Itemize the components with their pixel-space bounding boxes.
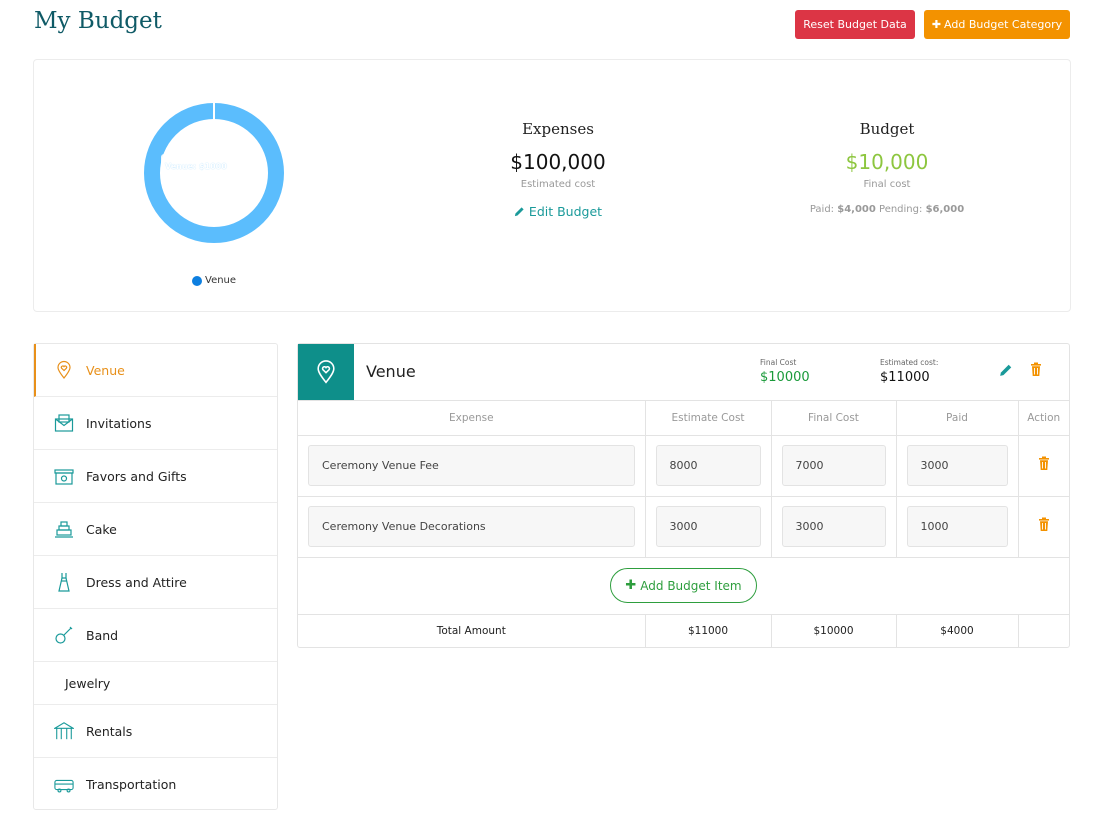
category-sidebar: Venue Invitations Favors and Gifts Cake … xyxy=(33,343,278,810)
expenses-title: Expenses xyxy=(522,120,594,138)
sidebar-item-label: Venue xyxy=(86,362,125,378)
total-row: Total Amount $11000 $10000 $4000 xyxy=(298,614,1069,648)
dress-icon xyxy=(54,572,74,592)
expense-name-input[interactable]: Ceremony Venue Fee xyxy=(308,445,635,486)
sidebar-item-cake[interactable]: Cake xyxy=(34,503,277,556)
sidebar-item-transportation[interactable]: Transportation xyxy=(34,758,277,811)
budget-sublabel: Final cost xyxy=(863,179,911,190)
table-row: Ceremony Venue Fee 8000 7000 3000 xyxy=(298,435,1069,497)
plus-icon: ✚ xyxy=(931,18,942,31)
budget-summary: Budget $10,000 Final cost Paid: $4,000 P… xyxy=(787,120,987,215)
column-header-final: Final Cost xyxy=(771,401,897,436)
expense-name-input[interactable]: Ceremony Venue Decorations xyxy=(308,506,635,547)
paid-label: Paid: xyxy=(809,204,835,215)
estimated-cost-stat: Estimated cost: $11000 xyxy=(880,358,938,385)
budget-items-table: Expense Estimate Cost Final Cost Paid Ac… xyxy=(298,401,1069,648)
final-cost-label: Final Cost xyxy=(760,358,797,367)
legend-dot-icon xyxy=(192,275,202,286)
estimated-cost-label: Estimated cost: xyxy=(880,358,939,367)
paid-input[interactable]: 1000 xyxy=(906,506,1008,547)
gazebo-icon xyxy=(54,721,74,741)
sidebar-item-label: Dress and Attire xyxy=(86,574,187,590)
add-item-row: ✚ Add Budget Item xyxy=(298,557,1069,615)
guitar-icon xyxy=(54,625,74,645)
column-header-action: Action xyxy=(1018,401,1069,436)
paid-input[interactable]: 3000 xyxy=(906,445,1008,486)
total-final: $10000 xyxy=(771,614,897,648)
paid-value: $4,000 xyxy=(837,204,876,215)
sidebar-item-label: Rentals xyxy=(86,723,133,739)
gift-icon xyxy=(54,466,74,486)
sidebar-item-band[interactable]: Band xyxy=(34,609,277,662)
column-header-paid: Paid xyxy=(896,401,1019,436)
final-cost-input[interactable]: 7000 xyxy=(781,445,886,486)
chart-tooltip-text: Venue: $1000 xyxy=(165,162,227,171)
delete-row-icon[interactable] xyxy=(1038,517,1050,532)
panel-header: Venue Final Cost $10000 Estimated cost: … xyxy=(298,344,1069,401)
add-budget-item-label: Add Budget Item xyxy=(640,578,742,593)
chart-legend[interactable]: Venue xyxy=(192,275,236,286)
expenses-sublabel: Estimated cost xyxy=(520,179,596,190)
column-header-estimate: Estimate Cost xyxy=(645,401,772,436)
budget-amount: $10,000 xyxy=(845,150,929,174)
total-label: Total Amount xyxy=(298,614,646,648)
delete-category-icon[interactable] xyxy=(1030,362,1042,377)
sidebar-item-label: Cake xyxy=(86,521,117,537)
sidebar-item-label: Band xyxy=(86,627,119,643)
edit-category-icon[interactable] xyxy=(999,363,1013,377)
final-cost-value: $10000 xyxy=(760,370,810,385)
sidebar-item-label: Jewelry xyxy=(65,675,111,691)
table-row: Ceremony Venue Decorations 3000 3000 100… xyxy=(298,496,1069,558)
add-budget-category-label: Add Budget Category xyxy=(944,18,1063,31)
sidebar-item-label: Favors and Gifts xyxy=(86,468,187,484)
bus-icon xyxy=(54,775,74,795)
total-estimate: $11000 xyxy=(645,614,772,648)
edit-budget-label: Edit Budget xyxy=(528,204,603,219)
estimated-cost-value: $11000 xyxy=(880,370,930,385)
sidebar-item-favors[interactable]: Favors and Gifts xyxy=(34,450,277,503)
expenses-amount: $100,000 xyxy=(510,150,606,174)
total-action-empty xyxy=(1018,614,1069,648)
paid-pending-line: Paid: $4,000 Pending: $6,000 xyxy=(787,204,987,215)
plus-icon: ✚ xyxy=(625,578,637,593)
estimate-cost-input[interactable]: 8000 xyxy=(655,445,761,486)
page-title: My Budget xyxy=(34,8,162,34)
pending-value: $6,000 xyxy=(925,204,965,215)
final-cost-input[interactable]: 3000 xyxy=(781,506,886,547)
pencil-icon xyxy=(514,207,524,217)
envelope-icon xyxy=(54,413,74,433)
final-cost-stat: Final Cost $10000 xyxy=(760,358,810,385)
chart-tooltip: Venue: $1000 xyxy=(161,154,235,179)
sidebar-item-dress[interactable]: Dress and Attire xyxy=(34,556,277,609)
column-header-expense: Expense xyxy=(298,401,646,436)
table-header-row: Expense Estimate Cost Final Cost Paid Ac… xyxy=(298,401,1069,436)
budget-title: Budget xyxy=(859,120,915,138)
delete-row-icon[interactable] xyxy=(1038,456,1050,471)
estimate-cost-input[interactable]: 3000 xyxy=(655,506,761,547)
reset-budget-button[interactable]: Reset Budget Data xyxy=(795,10,915,39)
sidebar-item-jewelry[interactable]: Jewelry xyxy=(34,662,277,705)
sidebar-item-venue[interactable]: Venue xyxy=(34,344,277,397)
location-pin-icon xyxy=(54,360,74,380)
add-budget-item-button[interactable]: ✚ Add Budget Item xyxy=(610,568,757,603)
sidebar-item-rentals[interactable]: Rentals xyxy=(34,705,277,758)
category-detail-panel: Venue Final Cost $10000 Estimated cost: … xyxy=(297,343,1070,648)
budget-summary-card: Venue: $1000 Venue Expenses $100,000 Est… xyxy=(33,59,1071,312)
total-paid: $4000 xyxy=(896,614,1019,648)
add-budget-category-button[interactable]: ✚ Add Budget Category xyxy=(924,10,1070,39)
edit-budget-link[interactable]: Edit Budget xyxy=(514,204,602,219)
location-pin-icon xyxy=(298,344,354,400)
legend-label: Venue xyxy=(205,275,237,286)
pending-label: Pending: xyxy=(879,204,923,215)
cake-icon xyxy=(54,519,74,539)
sidebar-item-invitations[interactable]: Invitations xyxy=(34,397,277,450)
sidebar-item-label: Transportation xyxy=(86,777,177,792)
sidebar-item-label: Invitations xyxy=(86,415,152,431)
panel-title: Venue xyxy=(366,362,416,381)
expenses-summary: Expenses $100,000 Estimated cost Edit Bu… xyxy=(458,120,658,221)
